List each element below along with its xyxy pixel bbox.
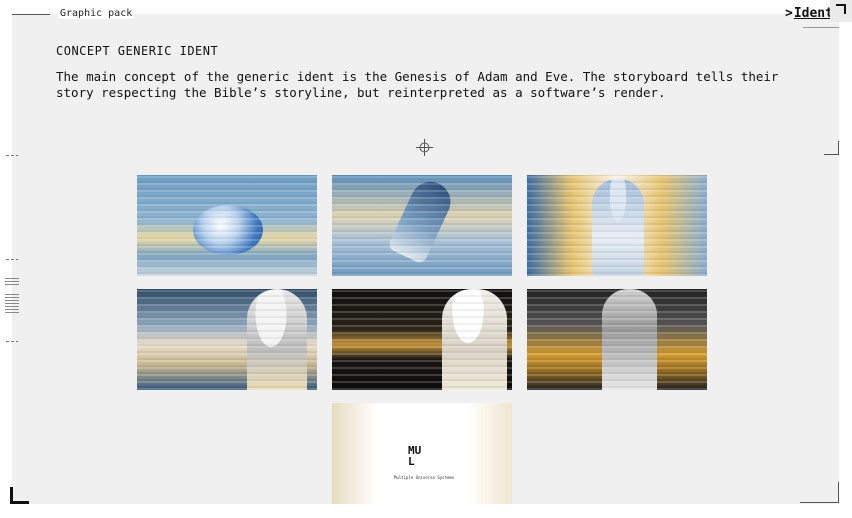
left-ruler-marks [5,276,19,285]
crosshair-icon [416,139,433,156]
page-description: The main concept of the generic ident is… [56,69,779,100]
left-ruler-marks [5,292,19,313]
frame-corner-bottom-left [10,487,29,504]
logo-frame-thumbnail[interactable]: MU L Multiple Universe Systems [332,403,512,504]
earth-frame-thumbnail[interactable] [137,175,317,276]
glitch-figure-thumbnail-3[interactable] [527,289,707,390]
frame-corner-bottom-right [800,482,839,503]
glitch-figure-thumbnail-2[interactable] [332,289,512,390]
left-tick-mark [6,155,18,156]
header-right-rule [803,27,839,28]
hand-frame-thumbnail[interactable] [332,175,512,276]
page-title: CONCEPT GENERIC IDENT [56,44,219,58]
logo-caption: Multiple Universe Systems [394,475,455,480]
nav-arrow: > [785,6,793,21]
ident-nav-link[interactable]: >Ident [785,6,833,21]
frame-corner-marker [824,141,839,155]
glitch-figure-thumbnail-1[interactable] [137,289,317,390]
header-rule [12,14,50,15]
left-tick-mark [6,259,18,260]
section-label: Graphic pack [58,8,135,19]
statue-frame-thumbnail[interactable] [527,175,707,276]
corner-bracket-icon [830,0,852,22]
left-tick-mark [6,341,18,342]
mul-logo: MU L [408,444,422,468]
nav-link-label: Ident [793,6,833,21]
